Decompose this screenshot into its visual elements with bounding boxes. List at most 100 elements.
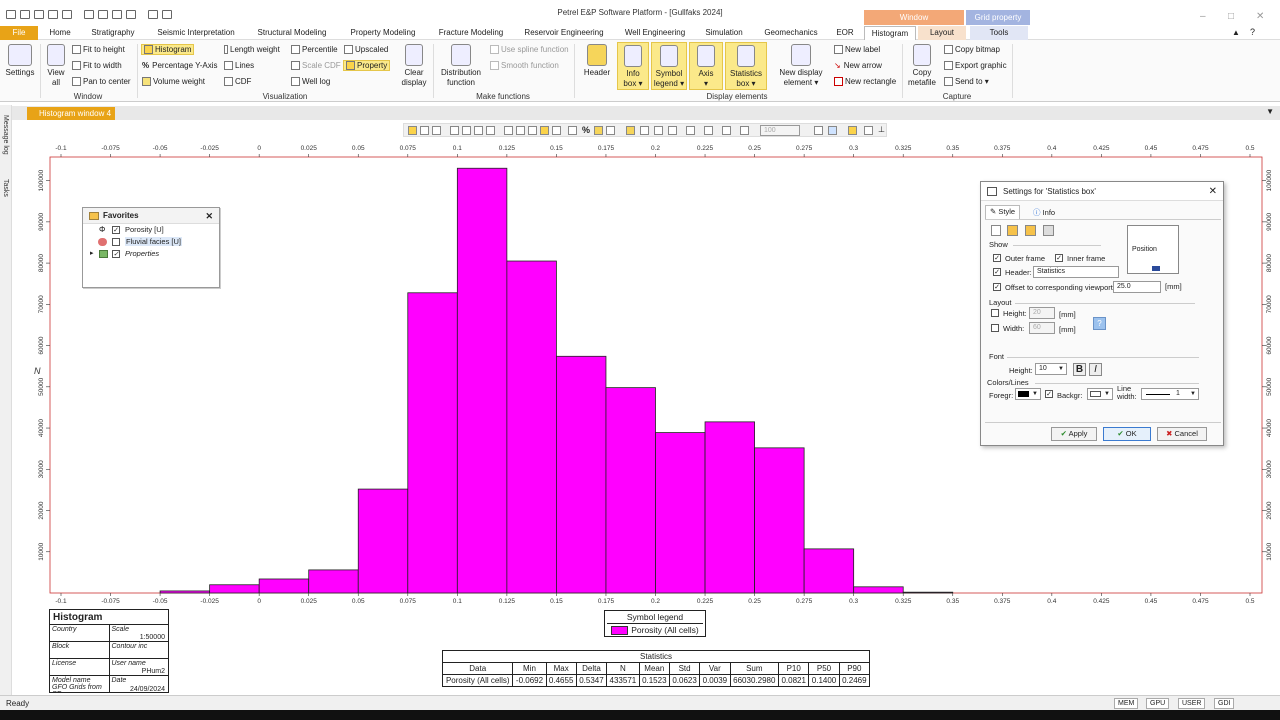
height-input[interactable]: 20 bbox=[1029, 307, 1055, 319]
header-tool-icon[interactable] bbox=[626, 126, 635, 135]
bar-tool-icon[interactable] bbox=[540, 126, 549, 135]
menu-reservoir-engineering[interactable]: Reservoir Engineering bbox=[516, 26, 612, 40]
statistics-settings-dialog[interactable]: Settings for 'Statistics box' ✕ ✎ Style … bbox=[980, 181, 1224, 446]
ramp-icon[interactable] bbox=[516, 126, 525, 135]
zoom-input[interactable]: 100 bbox=[760, 125, 800, 136]
eye-tool-icon[interactable] bbox=[686, 126, 695, 135]
new-rectangle-button[interactable]: New rectangle bbox=[834, 77, 896, 87]
height-checkbox[interactable] bbox=[991, 309, 999, 317]
percent-tool-icon[interactable]: % bbox=[582, 125, 590, 135]
menu-stratigraphy[interactable]: Stratigraphy bbox=[84, 26, 142, 40]
view-all-button[interactable]: View all bbox=[44, 44, 68, 88]
properties-checkbox[interactable]: ✓ bbox=[112, 250, 120, 258]
pick-icon[interactable] bbox=[432, 126, 441, 135]
apply-button[interactable]: ✔ Apply bbox=[1051, 427, 1097, 441]
width-input[interactable]: 60 bbox=[1029, 322, 1055, 334]
bold-button[interactable]: B bbox=[1073, 363, 1086, 376]
fill-icon[interactable] bbox=[640, 126, 649, 135]
more-icon[interactable] bbox=[864, 126, 873, 135]
export-graphic-button[interactable]: Export graphic bbox=[944, 61, 1007, 71]
close-dialog-icon[interactable]: ✕ bbox=[1209, 182, 1217, 201]
camera-icon[interactable] bbox=[740, 126, 749, 135]
info-box-button[interactable]: Info box ▾ bbox=[617, 42, 649, 90]
copy-style-icon[interactable] bbox=[1007, 225, 1018, 236]
line-tool-icon[interactable] bbox=[552, 126, 561, 135]
close-window-icon[interactable]: ✕ bbox=[1256, 11, 1264, 22]
position-selector[interactable]: Position bbox=[1127, 225, 1179, 274]
axis-button[interactable]: Axis ▾ bbox=[689, 42, 723, 90]
header-text-input[interactable]: Statistics bbox=[1033, 266, 1119, 278]
menu-eor[interactable]: EOR bbox=[830, 26, 860, 40]
axis-tool-icon[interactable] bbox=[668, 126, 677, 135]
layout-icon[interactable] bbox=[848, 126, 857, 135]
inner-frame-checkbox[interactable]: ✓ bbox=[1055, 254, 1063, 262]
fit-to-width-button[interactable]: Fit to width bbox=[72, 61, 122, 71]
copy-metafile-button[interactable]: Copy metafile bbox=[906, 44, 938, 88]
favorites-panel[interactable]: Favorites ✕ Φ ✓ Porosity [U] Fluvial fac… bbox=[82, 207, 220, 288]
menu-fracture-modeling[interactable]: Fracture Modeling bbox=[432, 26, 510, 40]
property-toggle[interactable]: Property bbox=[343, 60, 391, 72]
window-tool-icon[interactable] bbox=[722, 126, 731, 135]
select-tool-icon[interactable] bbox=[408, 126, 417, 135]
percentage-y-axis-toggle[interactable]: % Percentage Y-Axis bbox=[142, 61, 218, 70]
foreground-color-picker[interactable]: ▼ bbox=[1015, 388, 1041, 400]
cancel-button[interactable]: ✖ Cancel bbox=[1157, 427, 1207, 441]
clear-display-button[interactable]: Clear display bbox=[398, 44, 430, 88]
info-box[interactable]: Histogram Country Scale 1:50000 Block Con… bbox=[49, 609, 169, 693]
menu-structural-modeling[interactable]: Structural Modeling bbox=[250, 26, 334, 40]
favorite-item-properties[interactable]: ▸ ✓ Properties bbox=[83, 248, 219, 260]
symbol-legend[interactable]: Symbol legend Porosity (All cells) bbox=[604, 610, 706, 637]
tab-dropdown-icon[interactable]: ▼ bbox=[1266, 107, 1274, 116]
menu-layout[interactable]: Layout bbox=[918, 26, 966, 40]
new-display-element-button[interactable]: New display element ▾ bbox=[776, 44, 826, 88]
histogram-tool-icon[interactable] bbox=[504, 126, 513, 135]
font-height-select[interactable]: 10 ▼ bbox=[1035, 363, 1067, 375]
outer-frame-checkbox[interactable]: ✓ bbox=[993, 254, 1001, 262]
statistics-box-button[interactable]: Statistics box ▾ bbox=[725, 42, 767, 90]
background-color-picker[interactable]: ▼ bbox=[1087, 388, 1113, 400]
new-style-icon[interactable] bbox=[991, 225, 1001, 236]
volume-tool-icon[interactable] bbox=[594, 126, 603, 135]
favorite-item-porosity[interactable]: Φ ✓ Porosity [U] bbox=[83, 224, 219, 236]
smooth-function-toggle[interactable]: Smooth function bbox=[490, 61, 559, 71]
gpu-indicator[interactable]: GPU bbox=[1146, 698, 1170, 709]
offset-input[interactable]: 25.0 bbox=[1113, 281, 1161, 293]
pan-to-center-button[interactable]: Pan to center bbox=[72, 77, 131, 87]
upscaled-toggle[interactable]: Upscaled bbox=[344, 45, 388, 55]
tab-info[interactable]: ⓘ Info bbox=[1029, 206, 1059, 219]
favorite-item-fluvial-facies[interactable]: Fluvial facies [U] bbox=[83, 236, 219, 248]
ribbon-collapse-icon[interactable]: ▲ bbox=[1232, 28, 1240, 37]
percentile-toggle[interactable]: Percentile bbox=[291, 45, 338, 55]
help-icon[interactable]: ? bbox=[1250, 27, 1255, 37]
line-width-select[interactable]: 1 ▼ bbox=[1141, 388, 1199, 400]
measure-icon[interactable] bbox=[462, 126, 471, 135]
stats-tool-icon[interactable] bbox=[654, 126, 663, 135]
length-weight-toggle[interactable]: Length weight bbox=[224, 45, 280, 55]
maximize-icon[interactable]: □ bbox=[1228, 11, 1234, 22]
px-icon[interactable] bbox=[568, 126, 577, 135]
italic-button[interactable]: I bbox=[1089, 363, 1102, 376]
copy-bitmap-button[interactable]: Copy bitmap bbox=[944, 45, 1000, 55]
help-icon[interactable]: ? bbox=[1093, 317, 1106, 330]
menu-simulation[interactable]: Simulation bbox=[698, 26, 750, 40]
background-checkbox[interactable]: ✓ bbox=[1045, 390, 1053, 398]
menu-home[interactable]: Home bbox=[40, 26, 80, 40]
settings-button[interactable]: Settings bbox=[4, 44, 36, 78]
mem-indicator[interactable]: MEM bbox=[1114, 698, 1139, 709]
menu-property-modeling[interactable]: Property Modeling bbox=[340, 26, 426, 40]
menu-histogram[interactable]: Histogram bbox=[864, 26, 916, 40]
minimize-icon[interactable]: – bbox=[1200, 11, 1206, 22]
palette-icon[interactable] bbox=[486, 126, 495, 135]
lines-toggle[interactable]: Lines bbox=[224, 61, 254, 71]
menu-well-engineering[interactable]: Well Engineering bbox=[618, 26, 692, 40]
menu-seismic-interpretation[interactable]: Seismic Interpretation bbox=[146, 26, 246, 40]
user-indicator[interactable]: USER bbox=[1178, 698, 1206, 709]
symbol-legend-button[interactable]: Symbol legend ▾ bbox=[651, 42, 687, 90]
ruler-icon[interactable] bbox=[474, 126, 483, 135]
close-favorites-icon[interactable]: ✕ bbox=[205, 208, 213, 224]
cdf-toggle[interactable]: CDF bbox=[224, 77, 251, 87]
pin-icon[interactable]: ⊥ bbox=[878, 125, 885, 134]
volume-weight-toggle[interactable]: Volume weight bbox=[142, 77, 205, 87]
scale-cdf-toggle[interactable]: Scale CDF bbox=[291, 61, 341, 71]
pointer-icon[interactable] bbox=[420, 126, 429, 135]
